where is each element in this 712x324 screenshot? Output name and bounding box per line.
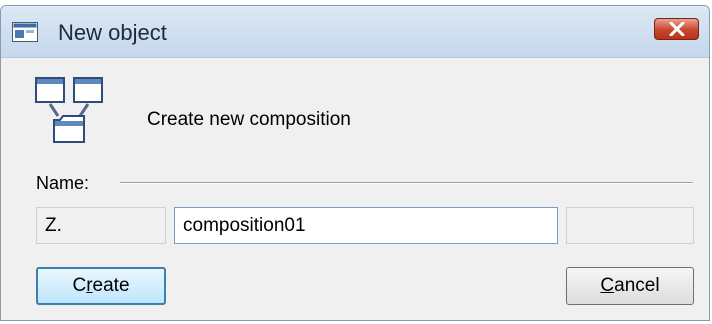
prefix-field: Z.: [36, 207, 166, 244]
name-divider: [120, 182, 693, 184]
close-icon: [669, 22, 685, 36]
close-button[interactable]: [654, 18, 699, 40]
dialog-heading: Create new composition: [147, 109, 351, 130]
create-label-post: eate: [92, 275, 130, 296]
title-bar[interactable]: New object: [1, 6, 709, 58]
window-icon: [12, 22, 38, 42]
name-label: Name:: [36, 173, 90, 193]
name-input[interactable]: composition01: [174, 207, 558, 244]
composition-icon: [34, 76, 106, 161]
new-object-dialog: New object Create new composition Name: …: [0, 5, 710, 321]
suffix-field: [566, 207, 694, 244]
cancel-button[interactable]: Cancel: [566, 267, 694, 305]
cancel-mnemonic: C: [600, 275, 615, 296]
cancel-label-post: ancel: [614, 275, 660, 296]
create-button[interactable]: Create: [36, 267, 166, 305]
create-label-pre: C: [72, 275, 87, 296]
window-title: New object: [58, 20, 167, 45]
